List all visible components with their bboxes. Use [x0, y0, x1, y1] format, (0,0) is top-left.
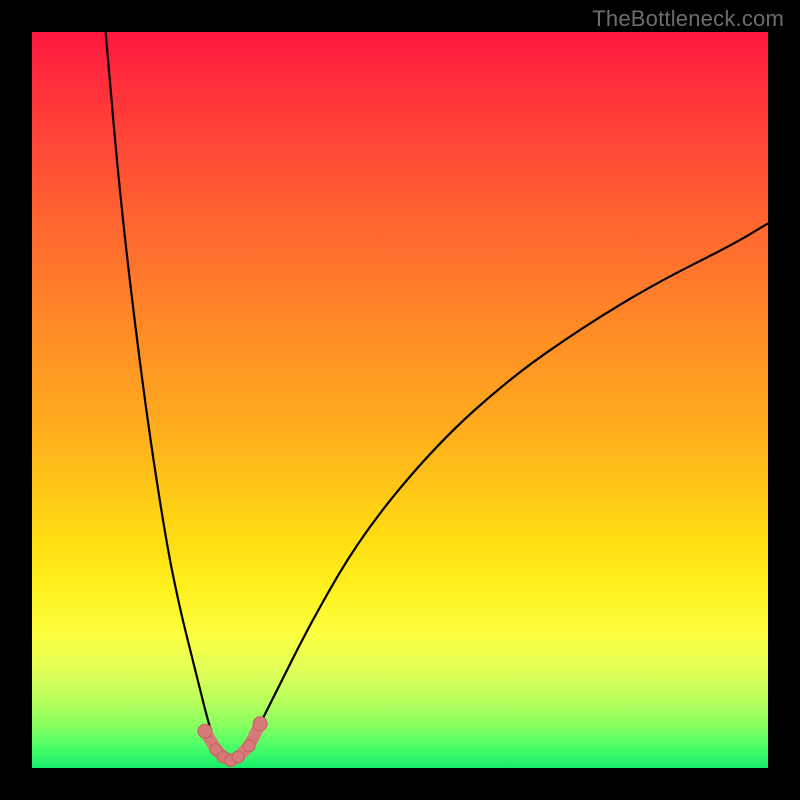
- watermark-text: TheBottleneck.com: [592, 6, 784, 32]
- chart-frame: TheBottleneck.com: [0, 0, 800, 800]
- curve-line: [106, 32, 768, 763]
- bottleneck-curve: [32, 32, 768, 768]
- minimum-marker-dot: [232, 751, 244, 763]
- minimum-marker-dot: [198, 724, 212, 738]
- minimum-marker-dot: [243, 740, 255, 752]
- chart-plot-area: [32, 32, 768, 768]
- minimum-marker-dot: [253, 717, 267, 731]
